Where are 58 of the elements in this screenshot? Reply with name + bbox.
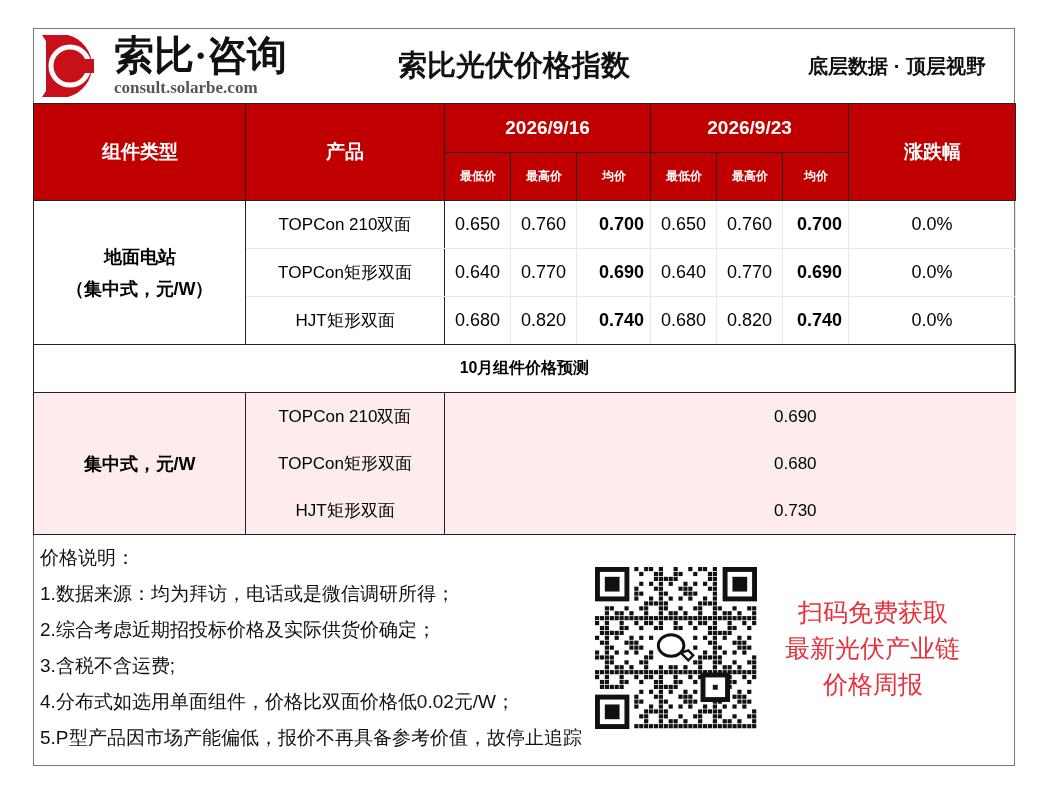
price-cell: 0.820 — [716, 296, 783, 345]
price-cell: 0.770 — [716, 248, 783, 297]
price-cell: 0.690 — [782, 248, 849, 297]
brand-url: consult.solarbe.com — [114, 78, 259, 98]
price-cell: 0.770 — [510, 248, 577, 297]
price-cell: 0.640 — [444, 248, 511, 297]
notes-title: 价格说明： — [40, 546, 136, 570]
column-header: 最低价 — [444, 152, 511, 201]
category-label: （集中式，元/W） — [64, 277, 215, 301]
category-label: 地面电站 — [102, 245, 177, 269]
column-header: 组件类型 — [33, 103, 246, 201]
promo-text: 最新光伏产业链 — [785, 633, 960, 664]
price-cell: 0.680 — [650, 296, 717, 345]
category-label: 集中式，元/W — [33, 392, 246, 535]
change-cell: 0.0% — [848, 248, 1016, 297]
price-cell: 0.760 — [716, 200, 783, 249]
note-text: 2.综合考虑近期招投标价格及实际供货价确定； — [40, 618, 437, 642]
price-cell: 0.700 — [576, 200, 651, 249]
column-header: 最高价 — [716, 152, 783, 201]
price-cell: 0.760 — [510, 200, 577, 249]
column-header: 均价 — [782, 152, 849, 201]
price-cell: 0.650 — [444, 200, 511, 249]
date-header: 2026/9/23 — [650, 103, 849, 152]
forecast-title: 10月组件价格预测 — [33, 344, 1016, 393]
forecast-value: 0.690 — [444, 392, 1016, 440]
note-text: 1.数据来源：均为拜访，电话或是微信调研所得； — [40, 582, 456, 606]
price-cell: 0.700 — [782, 200, 849, 249]
price-cell: 0.640 — [650, 248, 717, 297]
brand-name: 索比·咨询 — [114, 34, 288, 78]
price-cell: 0.740 — [576, 296, 651, 345]
change-cell: 0.0% — [848, 296, 1016, 345]
price-cell: 0.680 — [444, 296, 511, 345]
promo-text: 扫码免费获取 — [797, 597, 948, 628]
forecast-value: 0.680 — [444, 440, 1016, 487]
price-cell: 0.650 — [650, 200, 717, 249]
price-cell: 0.740 — [782, 296, 849, 345]
product-cell: TOPCon 210双面 — [245, 200, 445, 249]
note-text: 5.P型产品因市场产能偏低，报价不再具备参考价值，故停止追踪 — [40, 726, 583, 750]
note-text: 4.分布式如选用单面组件，价格比双面价格低0.02元/W； — [40, 690, 517, 714]
forecast-value: 0.730 — [444, 487, 1016, 535]
product-cell: TOPCon矩形双面 — [245, 440, 445, 487]
page-title: 索比光伏价格指数 — [397, 48, 631, 83]
date-header: 2026/9/16 — [444, 103, 651, 152]
slogan: 底层数据 · 顶层视野 — [808, 53, 987, 79]
note-text: 3.含税不含运费; — [40, 654, 177, 678]
promo-text: 价格周报 — [822, 669, 923, 700]
product-cell: TOPCon 210双面 — [245, 392, 445, 440]
column-header: 产品 — [245, 103, 445, 201]
price-cell: 0.820 — [510, 296, 577, 345]
column-header: 最低价 — [650, 152, 717, 201]
product-cell: HJT矩形双面 — [245, 487, 445, 535]
column-header: 涨跌幅 — [848, 103, 1016, 201]
column-header: 最高价 — [510, 152, 577, 201]
product-cell: TOPCon矩形双面 — [245, 248, 445, 297]
product-cell: HJT矩形双面 — [245, 296, 445, 345]
price-cell: 0.690 — [576, 248, 651, 297]
column-header: 均价 — [576, 152, 651, 201]
change-cell: 0.0% — [848, 200, 1016, 249]
